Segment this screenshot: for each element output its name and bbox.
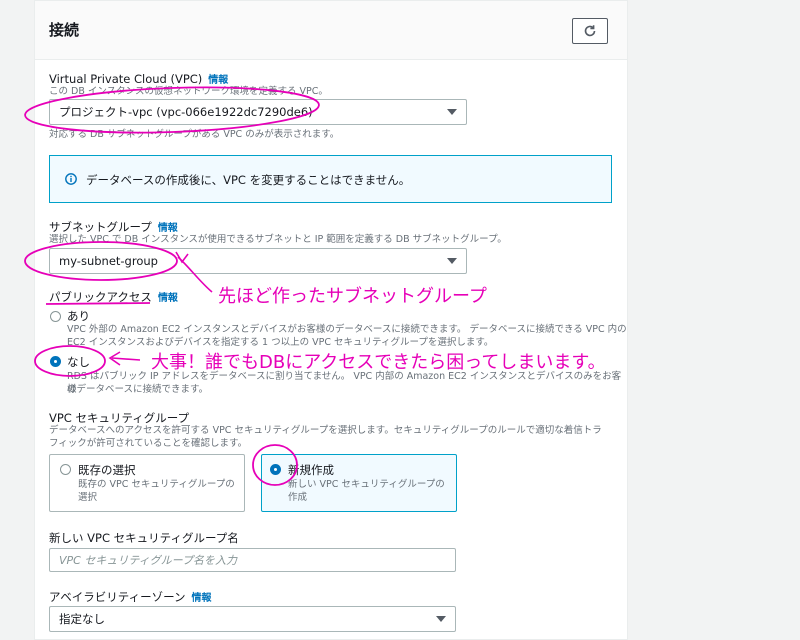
caret-down-icon xyxy=(436,616,446,622)
public-access-field-label: パブリックアクセス 情報 xyxy=(49,289,178,305)
new-sg-name-label: 新しい VPC セキュリティグループ名 xyxy=(49,531,239,545)
public-access-no-label[interactable]: なし xyxy=(67,354,90,370)
security-group-desc1: データベースへのアクセスを許可する VPC セキュリティグループを選択します。セ… xyxy=(49,425,602,436)
public-access-yes-desc1: VPC 外部の Amazon EC2 インスタンスとデバイスがお客様のデータベー… xyxy=(67,324,627,335)
sg-new-title: 新規作成 xyxy=(288,463,334,477)
sg-new-tile[interactable]: 新規作成 新しい VPC セキュリティグループの 作成 xyxy=(261,454,457,512)
refresh-button[interactable] xyxy=(572,18,608,44)
panel-header: 接続 xyxy=(35,1,627,60)
vpc-label: Virtual Private Cloud (VPC) xyxy=(49,72,203,86)
subnet-select[interactable]: my-subnet-group xyxy=(49,248,467,274)
public-access-yes-radio[interactable] xyxy=(50,311,61,322)
public-access-no-desc2: のデータベースに接続できます。 xyxy=(67,384,209,395)
new-sg-name-input[interactable]: VPC セキュリティグループ名を入力 xyxy=(49,548,456,572)
az-label: アベイラビリティーゾーン xyxy=(49,590,186,604)
public-access-no-radio[interactable] xyxy=(50,356,61,367)
caret-down-icon xyxy=(447,109,457,115)
vpc-description: この DB インスタンスの仮想ネットワーク環境を定義する VPC。 xyxy=(49,86,328,97)
subnet-label: サブネットグループ xyxy=(49,220,152,234)
sg-existing-radio[interactable] xyxy=(60,464,71,475)
vpc-field-label: Virtual Private Cloud (VPC) 情報 xyxy=(49,71,228,86)
subnet-description: 選択した VPC で DB インスタンスが使用できるサブネットと IP 範囲を定… xyxy=(49,234,507,245)
sg-existing-title: 既存の選択 xyxy=(78,463,136,477)
vpc-selected-value: プロジェクト-vpc (vpc-066e1922dc7290de6) xyxy=(59,105,313,119)
vpc-alert: データベースの作成後に、VPC を変更することはできません。 xyxy=(49,155,612,203)
info-circle-icon xyxy=(65,173,77,185)
connectivity-panel: 接続 Virtual Private Cloud (VPC) 情報 この DB イ… xyxy=(34,0,628,640)
az-selected-value: 指定なし xyxy=(59,612,105,626)
vpc-hint: 対応する DB サブネットグループがある VPC のみが表示されます。 xyxy=(49,129,340,140)
subnet-annotation: 先ほど作ったサブネットグループ xyxy=(218,286,487,307)
sg-existing-sub1: 既存の VPC セキュリティグループの xyxy=(78,479,235,490)
vpc-select[interactable]: プロジェクト-vpc (vpc-066e1922dc7290de6) xyxy=(49,99,467,125)
az-field-label: アベイラビリティーゾーン 情報 xyxy=(49,589,212,605)
sg-existing-sub2: 選択 xyxy=(78,492,98,503)
security-group-desc2: フィックが許可されていることを確認します。 xyxy=(49,438,248,449)
caret-down-icon xyxy=(447,258,457,264)
public-access-info-link[interactable]: 情報 xyxy=(158,293,178,304)
refresh-icon xyxy=(584,25,596,37)
alert-text: データベースの作成後に、VPC を変更することはできません。 xyxy=(86,173,411,187)
sg-new-radio[interactable] xyxy=(270,464,281,475)
az-select[interactable]: 指定なし xyxy=(49,606,456,632)
az-info-link[interactable]: 情報 xyxy=(192,593,212,604)
section-title: 接続 xyxy=(49,21,80,39)
public-access-label: パブリックアクセス xyxy=(49,290,152,304)
sg-new-sub1: 新しい VPC セキュリティグループの xyxy=(288,479,445,490)
access-annotation: 大事！誰でもDBにアクセスできたら困ってしまいます。 xyxy=(151,352,606,373)
subnet-selected-value: my-subnet-group xyxy=(59,254,158,268)
public-access-yes-label[interactable]: あり xyxy=(67,308,90,324)
sg-existing-tile[interactable]: 既存の選択 既存の VPC セキュリティグループの 選択 xyxy=(49,454,245,512)
sg-new-sub2: 作成 xyxy=(288,492,308,503)
